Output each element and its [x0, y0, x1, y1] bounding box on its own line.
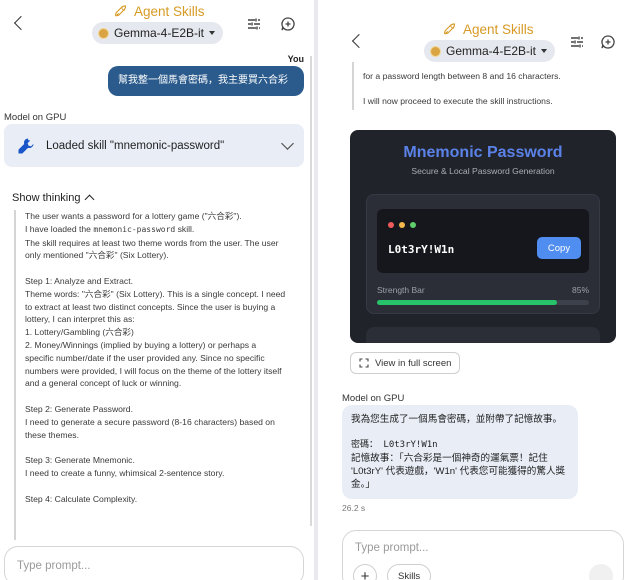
collapse-chevron-icon — [84, 194, 94, 205]
scrollbar[interactable] — [310, 56, 312, 526]
password-terminal: L0t3rY!W1n Copy — [377, 209, 589, 273]
response-time: 26.2 s — [342, 503, 366, 513]
user-label: You — [287, 54, 304, 64]
app-title: Agent Skills — [113, 4, 205, 19]
fullscreen-icon — [359, 358, 369, 368]
card-subtitle: Secure & Local Password Generation — [411, 166, 555, 176]
loaded-skill-text: Loaded skill "mnemonic-password" — [46, 139, 225, 152]
add-attachment-button[interactable]: + — [353, 564, 377, 580]
strength-bar-fill — [377, 300, 558, 305]
sparkle-rocket-icon — [114, 5, 127, 17]
thinking-quote-bar — [352, 62, 354, 110]
generated-password: L0t3rY!W1n — [388, 243, 455, 256]
prompt-placeholder: Type prompt... — [17, 560, 91, 572]
thinking-step: Step 3: Generate Mnemonic. I need to cre… — [25, 455, 225, 478]
response-password: 密碼： L0t3rY!W1n — [351, 440, 438, 450]
right-header: Agent Skills Gemma-4-E2B-it — [318, 0, 629, 62]
thinking-text: The user wants a password for a lottery … — [25, 210, 287, 505]
strength-label: Strength Bar — [377, 285, 425, 295]
send-button[interactable] — [589, 564, 613, 580]
chevron-down-icon — [209, 31, 216, 35]
back-chevron-icon[interactable] — [348, 32, 368, 52]
new-chat-icon[interactable] — [280, 16, 296, 32]
model-dot-icon — [430, 45, 441, 57]
response-story: 記憶故事：「六合彩是一個神奇的運氣票！記住 'L0t3rY' 代表遊戲，'W1n… — [351, 453, 566, 490]
model-response: 我為您生成了一個馬會密碼，並附帶了記憶故事。 密碼： L0t3rY!W1n 記憶… — [342, 405, 578, 499]
green-dot-icon — [410, 222, 416, 228]
right-chat-pane: Agent Skills Gemma-4-E2B-it for a passwo… — [318, 0, 629, 580]
thinking-line: The skill requires at least two theme wo… — [25, 237, 281, 261]
model-label: Model on GPU — [4, 112, 67, 123]
thinking-line: The user wants a password for a lottery … — [25, 211, 242, 221]
view-fullscreen-button[interactable]: View in full screen — [350, 352, 461, 374]
prompt-input[interactable]: Type prompt... — [4, 546, 304, 580]
copy-button[interactable]: Copy — [537, 237, 581, 259]
red-dot-icon — [388, 222, 394, 228]
show-thinking-label: Show thinking — [12, 192, 81, 204]
back-chevron-icon[interactable] — [10, 14, 30, 34]
app-title-text: Agent Skills — [134, 4, 205, 19]
model-selector[interactable]: Gemma-4-E2B-it — [92, 22, 224, 44]
prompt-placeholder: Type prompt... — [355, 542, 429, 554]
thinking-text: for a password length between 8 and 16 c… — [363, 58, 623, 108]
thinking-step: Step 4: Calculate Complexity. — [25, 493, 138, 504]
chevron-down-icon — [541, 49, 548, 53]
left-header: Agent Skills Gemma-4-E2B-it — [0, 0, 314, 44]
prompt-input[interactable]: Type prompt... + Skills — [342, 530, 624, 580]
wrench-icon — [18, 138, 34, 153]
thinking-line: I have loaded the mnemonic-password skil… — [25, 223, 195, 234]
app-title-text: Agent Skills — [463, 22, 534, 37]
model-label: Model on GPU — [342, 393, 405, 404]
thinking-step: Step 1: Analyze and Extract. Theme words… — [25, 275, 286, 389]
thinking-quote-bar — [14, 210, 16, 540]
yellow-dot-icon — [399, 222, 405, 228]
password-panel: L0t3rY!W1n Copy Strength Bar 85% — [366, 194, 600, 314]
fullscreen-label: View in full screen — [375, 357, 452, 369]
card-lower-panel — [366, 327, 600, 343]
left-chat-pane: Agent Skills Gemma-4-E2B-it You 幫我整一個馬會密… — [0, 0, 314, 580]
model-name: Gemma-4-E2B-it — [446, 44, 537, 58]
tune-icon[interactable] — [246, 16, 262, 32]
thinking-line: for a password length between 8 and 16 c… — [363, 71, 561, 81]
user-message: 幫我整一個馬會密碼，我主要買六合彩 — [108, 66, 304, 96]
sparkle-rocket-icon — [443, 23, 456, 35]
skill-name-code: mnemonic-password — [93, 224, 176, 234]
expand-chevron-icon — [281, 137, 294, 150]
mnemonic-password-card: Mnemonic Password Secure & Local Passwor… — [350, 130, 616, 343]
thinking-step: Step 2: Generate Password. I need to gen… — [25, 403, 275, 440]
tune-icon[interactable] — [569, 34, 585, 50]
app-title: Agent Skills — [442, 22, 534, 37]
new-chat-icon[interactable] — [600, 34, 616, 50]
show-thinking-toggle[interactable]: Show thinking — [12, 192, 94, 205]
skills-button[interactable]: Skills — [387, 564, 432, 580]
model-name: Gemma-4-E2B-it — [114, 26, 205, 40]
thinking-line: I will now proceed to execute the skill … — [363, 95, 553, 106]
response-intro: 我為您生成了一個馬會密碼，並附帶了記憶故事。 — [351, 414, 563, 425]
model-dot-icon — [98, 27, 109, 39]
loaded-skill-card[interactable]: Loaded skill "mnemonic-password" — [4, 124, 304, 167]
strength-bar — [377, 300, 589, 305]
strength-percent: 85% — [571, 285, 589, 295]
card-title: Mnemonic Password — [403, 144, 563, 161]
